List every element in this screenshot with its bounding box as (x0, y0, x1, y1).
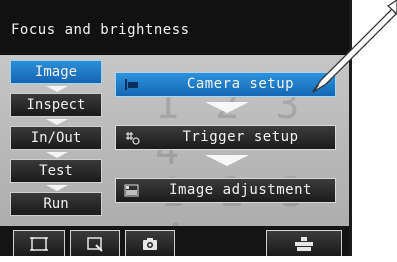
stylus-pen-icon (312, 0, 397, 93)
